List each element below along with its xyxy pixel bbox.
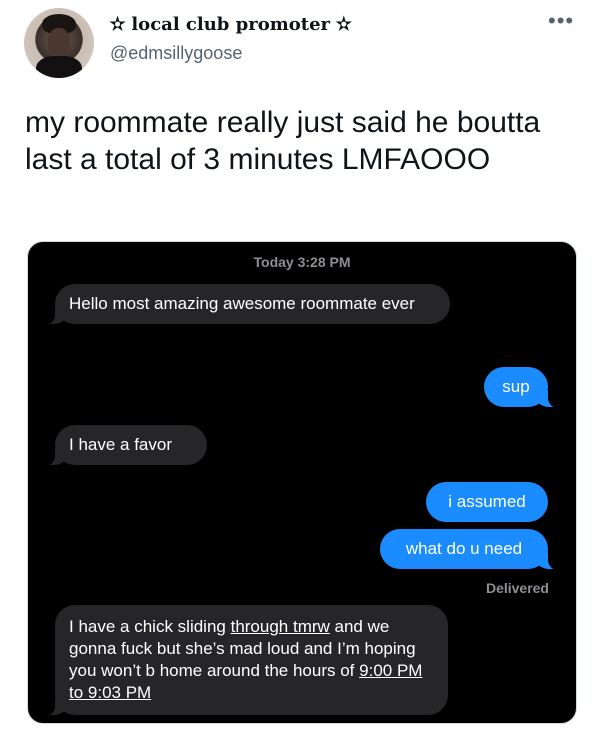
message-text: what do u need: [405, 539, 523, 558]
message-text: I have a chick sliding: [69, 617, 231, 636]
conversation-timestamp: Today 3:28 PM: [253, 254, 351, 270]
avatar[interactable]: [24, 8, 94, 78]
message-text: i assumed: [448, 492, 526, 511]
message-bubble-outgoing: i assumed: [426, 482, 548, 522]
message-bubble-outgoing: what do u need: [380, 529, 562, 570]
message-bubble-incoming: I have a chick sliding through tmrw and …: [41, 605, 448, 716]
message-bubble-outgoing: sup: [484, 367, 562, 408]
message-text: sup: [502, 377, 530, 396]
avatar-face: [48, 28, 70, 56]
message-bubble-incoming: Hello most amazing awesome roommate ever: [41, 284, 450, 325]
message-bubble-incoming: I have a favor: [41, 425, 207, 466]
delivery-status: Delivered: [485, 580, 549, 596]
display-name[interactable]: ✫ local club promoter ✫: [110, 14, 351, 35]
message-text: Hello most amazing awesome roommate ever: [69, 294, 415, 313]
user-handle[interactable]: @edmsillygoose: [110, 43, 242, 64]
avatar-body: [36, 56, 82, 78]
message-text: I have a favor: [69, 435, 173, 454]
more-icon[interactable]: •••: [548, 8, 574, 34]
tweet-text: my roommate really just said he boutta l…: [25, 106, 541, 176]
attached-image[interactable]: Today 3:28 PM Hello most amazing awesome…: [27, 241, 577, 724]
message-link[interactable]: through tmrw: [231, 617, 330, 636]
